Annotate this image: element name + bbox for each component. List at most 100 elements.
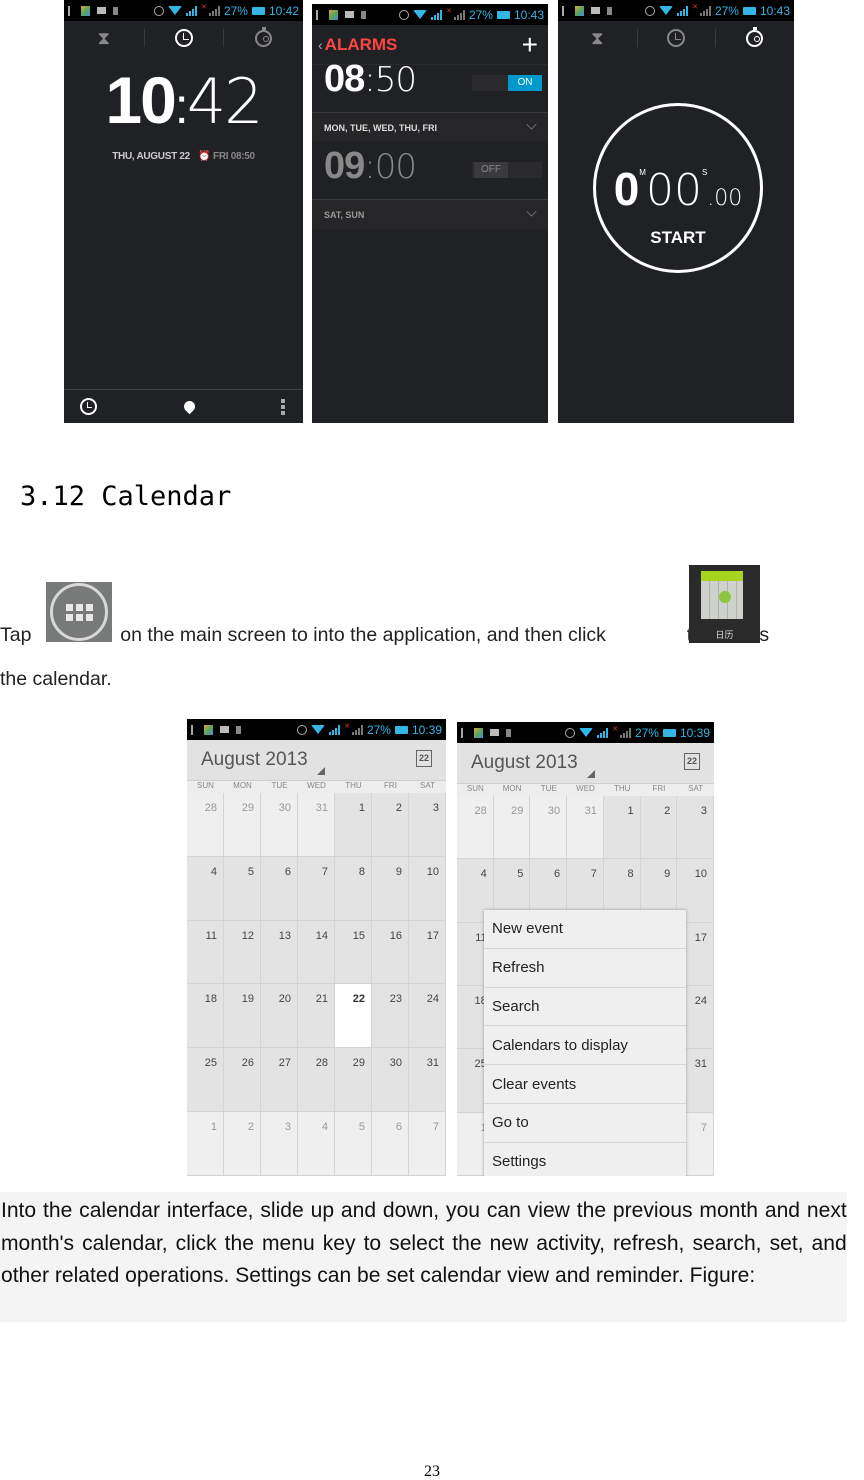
- day-cell[interactable]: 29: [335, 1048, 372, 1113]
- day-cell[interactable]: 15: [335, 920, 372, 985]
- day-cell[interactable]: 1: [335, 793, 372, 857]
- menu-item-new-event[interactable]: New event: [484, 910, 686, 949]
- signal-2-icon: [208, 5, 220, 16]
- weekday-label: WED: [307, 781, 326, 790]
- location-pin-icon[interactable]: [181, 398, 197, 415]
- day-cell[interactable]: 28: [457, 796, 494, 860]
- day-cell[interactable]: 25: [187, 1048, 224, 1113]
- day-cell[interactable]: 21: [298, 984, 335, 1049]
- day-number: 5: [358, 1121, 365, 1134]
- day-cell[interactable]: 7: [298, 856, 335, 921]
- day-number: 28: [315, 1057, 328, 1070]
- day-cell[interactable]: 31: [298, 793, 335, 857]
- day-cell[interactable]: 31: [409, 1048, 446, 1113]
- day-cell[interactable]: 3: [409, 793, 446, 857]
- day-cell[interactable]: 9: [372, 856, 409, 921]
- stopwatch-dial[interactable]: 0M00S.00 START: [593, 103, 763, 273]
- day-cell[interactable]: 17: [409, 920, 446, 985]
- day-cell[interactable]: 7: [409, 1112, 446, 1176]
- day-cell[interactable]: 30: [261, 793, 298, 857]
- today-calendar-icon[interactable]: 22: [416, 750, 432, 767]
- tab-stopwatch[interactable]: [223, 21, 303, 55]
- battery-icon: [742, 6, 756, 15]
- day-cell[interactable]: 13: [261, 920, 298, 985]
- day-cell[interactable]: 2: [640, 796, 678, 860]
- day-cell[interactable]: 4: [187, 856, 224, 921]
- month-selector[interactable]: August 2013: [471, 752, 578, 774]
- day-number: 31: [694, 1058, 707, 1071]
- alarm-toggle[interactable]: OFF: [472, 162, 542, 178]
- day-cell[interactable]: 19: [224, 984, 261, 1049]
- day-cell[interactable]: 1: [187, 1112, 224, 1176]
- day-cell[interactable]: 6: [261, 856, 298, 921]
- today-calendar-icon[interactable]: 22: [684, 753, 700, 770]
- menu-item-refresh[interactable]: Refresh: [484, 949, 686, 988]
- day-cell[interactable]: 12: [224, 920, 261, 985]
- day-cell[interactable]: 8: [335, 856, 372, 921]
- usb-icon: [316, 9, 322, 20]
- start-button[interactable]: START: [596, 228, 760, 248]
- day-cell[interactable]: 18: [187, 984, 224, 1049]
- day-cell[interactable]: 29: [224, 793, 261, 857]
- day-number: 24: [694, 994, 707, 1007]
- calendar-month-screenshot: ✕ 27% 10:39 August 2013 22 SUN MON TUE WED T…: [187, 719, 446, 1176]
- day-cell[interactable]: 31: [567, 796, 604, 860]
- day-cell[interactable]: 14: [298, 920, 335, 985]
- menu-item-clear-events[interactable]: Clear events: [484, 1065, 686, 1104]
- day-number: 8: [358, 865, 365, 878]
- day-cell[interactable]: 1: [603, 796, 641, 860]
- alarm-item[interactable]: 09:00 OFF SAT, SUN: [312, 141, 548, 229]
- day-cell[interactable]: 30: [530, 796, 568, 860]
- dropdown-caret-icon[interactable]: [317, 767, 325, 775]
- day-cell[interactable]: 4: [298, 1112, 335, 1176]
- day-cell[interactable]: 28: [298, 1048, 335, 1113]
- weekday-label: SUN: [466, 784, 484, 793]
- day-cell[interactable]: 2: [224, 1112, 261, 1176]
- instruction-line-2: the calendar.: [0, 668, 112, 690]
- day-cell[interactable]: 27: [261, 1048, 298, 1113]
- signal-icon: [677, 5, 689, 16]
- calendar-menu-screenshot: ✕ 27% 10:39 August 2013 22 SUN MON TUE WED T…: [457, 722, 714, 1176]
- tab-clock[interactable]: [143, 21, 224, 55]
- day-cell[interactable]: 28: [187, 793, 224, 857]
- day-cell[interactable]: 26: [224, 1048, 261, 1113]
- day-cell[interactable]: 5: [335, 1112, 372, 1176]
- menu-item-go-to[interactable]: Go to: [484, 1104, 686, 1143]
- day-cell[interactable]: 2: [372, 793, 409, 857]
- day-cell[interactable]: 3: [261, 1112, 298, 1176]
- day-cell[interactable]: 11: [187, 920, 224, 985]
- day-number: 26: [241, 1057, 254, 1070]
- overflow-menu-icon[interactable]: [281, 398, 285, 415]
- wifi-icon: [168, 6, 183, 15]
- back-chevron-icon[interactable]: ‹: [318, 37, 323, 53]
- day-cell[interactable]: 5: [224, 856, 261, 921]
- day-number: 7: [432, 1121, 439, 1134]
- menu-item-calendars-to-display[interactable]: Calendars to display: [484, 1026, 686, 1066]
- tab-timer[interactable]: ⧗: [64, 21, 144, 55]
- menu-item-settings[interactable]: Settings: [484, 1143, 686, 1176]
- day-cell[interactable]: 3: [677, 796, 714, 860]
- alarm-icon[interactable]: [80, 398, 97, 415]
- day-cell[interactable]: 6: [372, 1112, 409, 1176]
- day-cell[interactable]: 10: [409, 856, 446, 921]
- tab-timer[interactable]: ⧗: [558, 21, 637, 55]
- day-cell[interactable]: 29: [493, 796, 531, 860]
- day-number: 31: [426, 1057, 439, 1070]
- day-cell[interactable]: 30: [372, 1048, 409, 1113]
- day-cell[interactable]: 20: [261, 984, 298, 1049]
- tab-stopwatch[interactable]: [715, 21, 794, 55]
- menu-item-search[interactable]: Search: [484, 988, 686, 1027]
- day-cell[interactable]: 23: [372, 984, 409, 1049]
- alarm-toggle[interactable]: ON: [472, 75, 542, 91]
- alarm-repeat-days[interactable]: SAT, SUN: [312, 199, 548, 229]
- alarm-repeat-days[interactable]: MON, TUE, WED, THU, FRI: [312, 112, 548, 142]
- month-selector[interactable]: August 2013: [201, 749, 308, 771]
- dropdown-caret-icon[interactable]: [587, 770, 595, 778]
- alarms-title: ALARMS: [324, 34, 398, 54]
- tab-clock[interactable]: [636, 21, 716, 55]
- day-cell-today[interactable]: 22: [335, 984, 372, 1049]
- day-cell[interactable]: 24: [409, 984, 446, 1049]
- weekday-label: SAT: [420, 781, 435, 790]
- day-cell[interactable]: 16: [372, 920, 409, 985]
- alarm-item[interactable]: 08:50 ON MON, TUE, WED, THU, FRI: [312, 54, 548, 142]
